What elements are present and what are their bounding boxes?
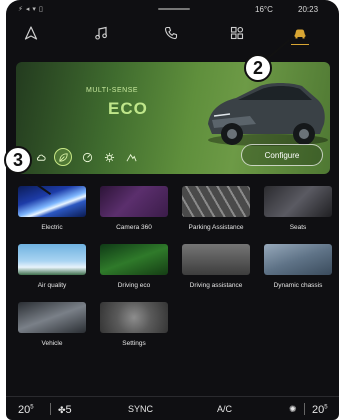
tile-label: Vehicle xyxy=(41,340,63,347)
configure-button[interactable]: Configure xyxy=(241,144,323,166)
eco-mode-icon[interactable] xyxy=(54,148,72,166)
tile-driving-assistance[interactable]: Driving assistance xyxy=(182,244,250,289)
driving-eco-thumbnail xyxy=(100,244,168,275)
multi-sense-card[interactable]: MULTI-SENSE ECO Configure xyxy=(16,62,330,174)
fan-control[interactable]: ✤5 xyxy=(58,404,72,416)
multi-sense-label: MULTI-SENSE xyxy=(86,87,139,94)
active-tab-indicator xyxy=(291,44,309,45)
chassis-thumbnail xyxy=(264,244,332,275)
music-icon[interactable] xyxy=(90,22,112,44)
sport-mode-icon[interactable] xyxy=(78,148,96,166)
divider xyxy=(50,403,51,415)
electric-thumbnail xyxy=(18,186,86,217)
tile-parking-assistance[interactable]: Parking Assistance xyxy=(182,186,250,231)
camera-thumbnail xyxy=(100,186,168,217)
mountain-mode-icon[interactable] xyxy=(122,148,140,166)
sync-button[interactable]: SYNC xyxy=(128,404,153,414)
settings-thumbnail xyxy=(100,302,168,333)
seat-heat-icon[interactable]: ✺ xyxy=(289,404,297,415)
ac-button[interactable]: A/C xyxy=(217,404,232,414)
tile-label: Seats xyxy=(289,224,307,231)
left-temp-decimal: 5 xyxy=(30,404,34,411)
fan-level: 5 xyxy=(65,404,72,416)
right-temp-decimal: 5 xyxy=(324,404,328,411)
perso-mode-icon[interactable] xyxy=(100,148,118,166)
seats-thumbnail xyxy=(264,186,332,217)
driving-assistance-thumbnail xyxy=(182,244,250,275)
status-bar: ⚡◂▾▯ 16°C 20:23 xyxy=(6,4,339,16)
infotainment-screen: ⚡◂▾▯ 16°C 20:23 MULTI-SENSE ECO Configur… xyxy=(6,0,339,420)
tile-settings[interactable]: Settings xyxy=(100,302,168,347)
tile-label: Air quality xyxy=(37,282,67,289)
right-temperature[interactable]: 205 xyxy=(312,404,328,416)
callout-badge: 3 xyxy=(4,146,32,174)
tile-seats[interactable]: Seats xyxy=(264,186,332,231)
clock: 20:23 xyxy=(298,5,319,14)
fan-icon: ✤ xyxy=(58,405,66,415)
tile-label: Settings xyxy=(122,340,146,347)
callout-badge: 2 xyxy=(244,54,272,82)
drive-mode-title: ECO xyxy=(108,99,148,118)
divider xyxy=(304,403,305,415)
left-temperature[interactable]: 205 xyxy=(18,404,34,416)
tile-label: Parking Assistance xyxy=(188,224,244,231)
apps-icon[interactable] xyxy=(226,22,248,44)
tile-camera-360[interactable]: Camera 360 xyxy=(100,186,168,231)
navigation-icon[interactable] xyxy=(20,22,42,44)
phone-icon[interactable] xyxy=(160,22,182,44)
parking-thumbnail xyxy=(182,186,250,217)
comfort-mode-icon[interactable] xyxy=(32,148,50,166)
status-icons: ⚡◂▾▯ xyxy=(18,6,46,13)
tile-label: Electric xyxy=(41,224,63,231)
left-temp-value: 20 xyxy=(18,404,31,416)
tile-driving-eco[interactable]: Driving eco xyxy=(100,244,168,289)
tile-air-quality[interactable]: Air quality xyxy=(18,244,86,289)
tile-label: Driving eco xyxy=(117,282,151,289)
outside-temperature: 16°C xyxy=(255,5,273,14)
tile-vehicle[interactable]: Vehicle xyxy=(18,302,86,347)
tile-electric[interactable]: Electric xyxy=(18,186,86,231)
tile-label: Camera 360 xyxy=(116,224,152,231)
climate-bar: 205 ✤5 SYNC A/C ✺ 205 xyxy=(6,396,339,420)
right-temp-value: 20 xyxy=(312,404,325,416)
vehicle-thumbnail xyxy=(18,302,86,333)
pull-down-handle[interactable] xyxy=(158,8,190,10)
tile-label: Driving assistance xyxy=(189,282,243,289)
tile-dynamic-chassis[interactable]: Dynamic chassis xyxy=(264,244,332,289)
car-icon[interactable] xyxy=(289,22,311,44)
tile-label: Dynamic chassis xyxy=(273,282,323,289)
air-quality-thumbnail xyxy=(18,244,86,275)
